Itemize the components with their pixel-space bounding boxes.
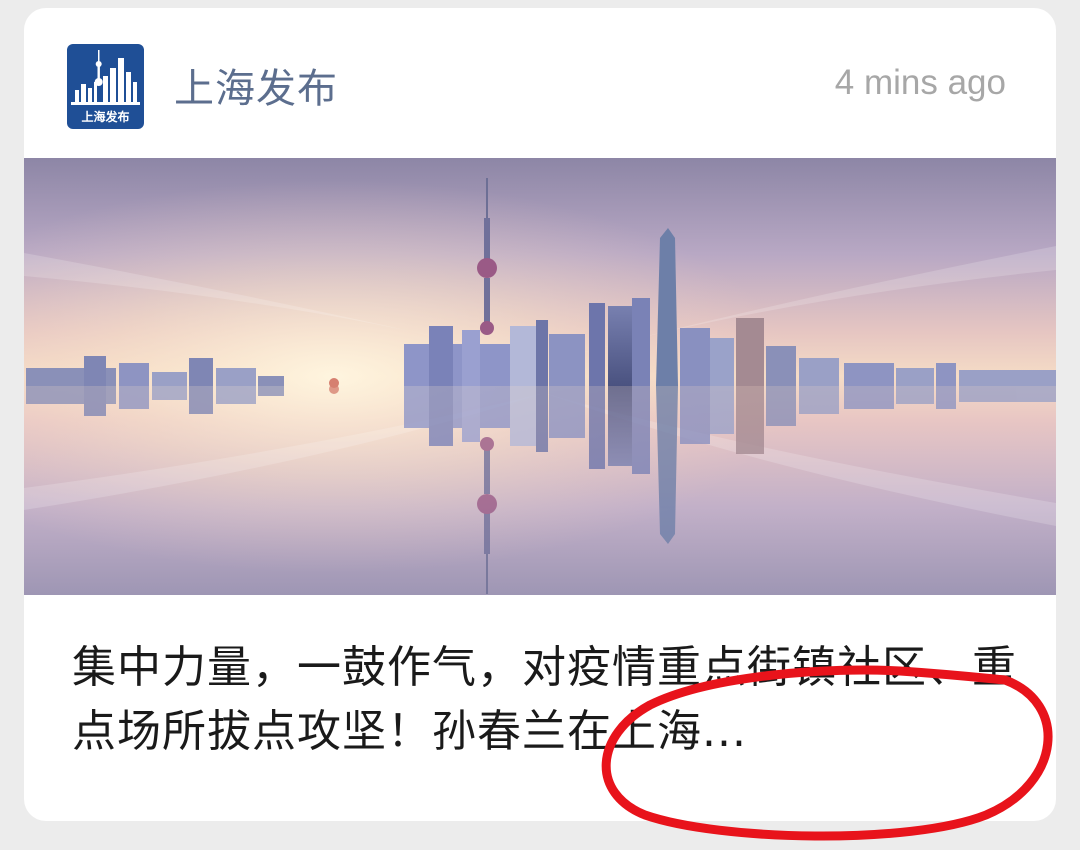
avatar-text: 上海发布 <box>81 109 129 124</box>
account-avatar[interactable]: 上海发布 <box>67 44 144 129</box>
article-card[interactable]: 上海发布 上海发布 4 mins ago 集中力量，一鼓作气，对疫情重点街镇社区… <box>24 8 1056 821</box>
cover-image[interactable] <box>24 158 1056 595</box>
article-title[interactable]: 集中力量，一鼓作气，对疫情重点街镇社区、重点场所拔点攻坚！孙春兰在上海... <box>72 636 1017 764</box>
card-header: 上海发布 上海发布 4 mins ago <box>24 8 1056 156</box>
account-name[interactable]: 上海发布 <box>174 56 338 114</box>
timestamp: 4 mins ago <box>834 63 1006 102</box>
